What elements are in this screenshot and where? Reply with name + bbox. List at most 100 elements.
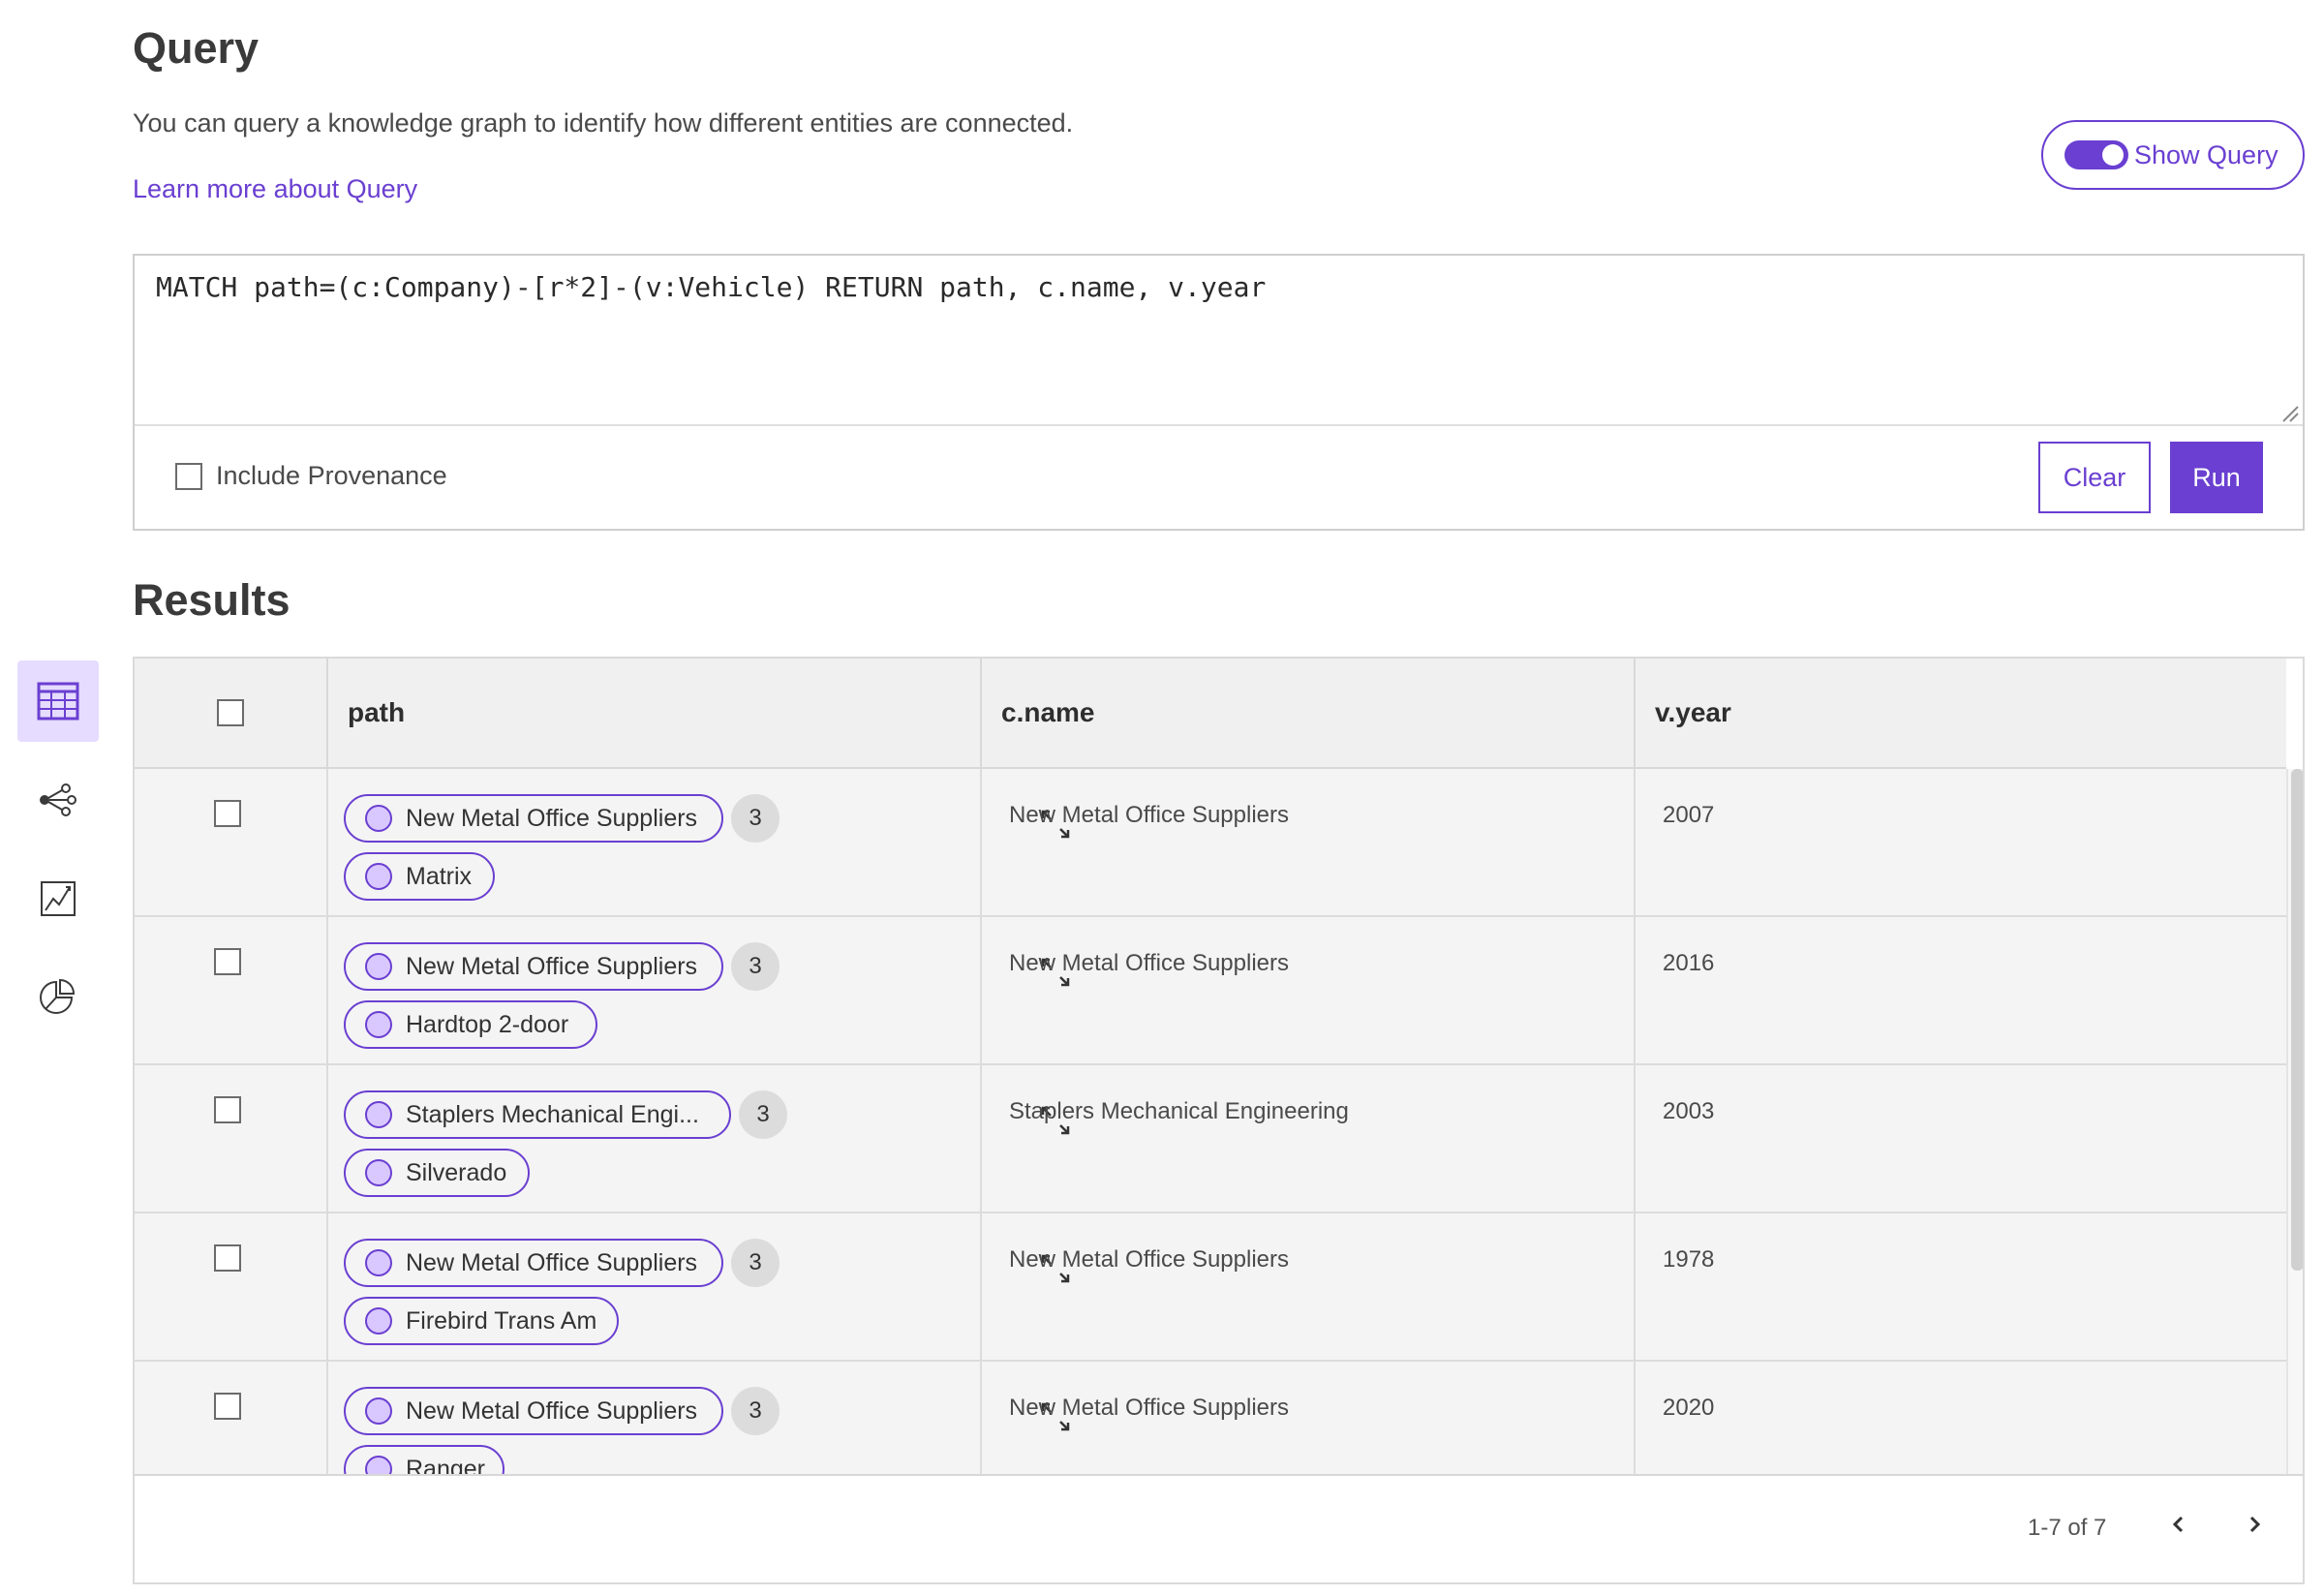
path-hop-count: 3 (731, 942, 780, 991)
start-node-label: New Metal Office Suppliers (406, 804, 698, 832)
row-checkbox[interactable] (214, 800, 241, 827)
start-node-label: New Metal Office Suppliers (406, 1396, 698, 1425)
next-page-button[interactable] (2236, 1505, 2275, 1544)
year-cell: 2016 (1663, 950, 1715, 976)
year-cell: 2020 (1663, 1395, 1715, 1421)
node-dot-icon (365, 1249, 392, 1276)
graph-view-icon (40, 783, 76, 816)
row-checkbox[interactable] (214, 1393, 241, 1420)
row-select-cell (135, 769, 328, 917)
end-node-chip[interactable]: Firebird Trans Am (344, 1297, 619, 1345)
row-checkbox[interactable] (214, 1244, 241, 1272)
path-hop-count: 3 (731, 1239, 780, 1287)
node-dot-icon (365, 1101, 392, 1128)
query-input[interactable] (135, 256, 2303, 426)
include-provenance-label: Include Provenance (216, 461, 447, 490)
node-dot-icon (365, 1456, 392, 1474)
end-node-label: Firebird Trans Am (406, 1306, 597, 1335)
node-dot-icon (365, 953, 392, 980)
path-hop-count: 3 (739, 1090, 787, 1139)
row-checkbox[interactable] (214, 1096, 241, 1123)
scroll-thumb[interactable] (2291, 769, 2303, 1271)
chevron-left-icon (2172, 1516, 2184, 1533)
page-description: You can query a knowledge graph to ident… (133, 108, 1074, 138)
path-cell: New Metal Office Suppliers 3 Firebird Tran… (328, 1213, 1070, 1362)
column-header-year[interactable]: v.year (1636, 659, 2286, 767)
table-scrollbar[interactable] (2286, 769, 2303, 1474)
name-cell: New Metal Office Suppliers (982, 1362, 1636, 1474)
chart-view-button[interactable] (17, 858, 99, 939)
end-node-label: Matrix (406, 862, 473, 890)
year-cell: 2007 (1663, 802, 1715, 828)
start-node-chip[interactable]: Staplers Mechanical Engi... (344, 1090, 731, 1139)
clear-button[interactable]: Clear (2038, 442, 2151, 513)
table-row[interactable]: New Metal Office Suppliers 3 Hardtop 2-doo… (135, 917, 2286, 1065)
table-view-button[interactable] (17, 660, 99, 742)
include-provenance[interactable]: Include Provenance (175, 461, 447, 491)
table-row[interactable]: New Metal Office Suppliers 3 Matrix New Met… (135, 769, 2286, 917)
path-hop-count: 3 (731, 1387, 780, 1435)
graph-view-button[interactable] (17, 759, 99, 841)
column-header-path[interactable]: path (328, 659, 982, 767)
table-row[interactable]: New Metal Office Suppliers 3 Ranger New Met… (135, 1362, 2286, 1474)
name-cell: New Metal Office Suppliers (982, 1213, 1636, 1362)
name-cell: Staplers Mechanical Engineering (982, 1065, 1636, 1213)
start-node-chip[interactable]: New Metal Office Suppliers (344, 942, 723, 991)
learn-more-link[interactable]: Learn more about Query (133, 174, 417, 204)
path-cell: New Metal Office Suppliers 3 Ranger (328, 1362, 1070, 1474)
table-view-icon (37, 682, 79, 721)
show-query-toggle[interactable]: Show Query (2041, 120, 2305, 190)
pagination-status: 1-7 of 7 (2028, 1515, 2107, 1541)
year-cell: 1978 (1663, 1246, 1715, 1273)
node-dot-icon (365, 1397, 392, 1425)
select-all-checkbox[interactable] (217, 699, 244, 726)
prev-page-button[interactable] (2158, 1505, 2197, 1544)
table-row[interactable]: Staplers Mechanical Engi... 3 Silverado Sta… (135, 1065, 2286, 1213)
node-dot-icon (365, 863, 392, 890)
start-node-label: New Metal Office Suppliers (406, 1248, 698, 1276)
include-provenance-checkbox[interactable] (175, 462, 202, 490)
row-select-cell (135, 1213, 328, 1362)
node-dot-icon (365, 1011, 392, 1038)
pie-view-button[interactable] (17, 957, 99, 1038)
toggle-switch[interactable] (2064, 140, 2128, 169)
page-title: Query (133, 23, 260, 73)
query-editor: Include Provenance Clear Run (133, 254, 2305, 531)
chevron-right-icon (2249, 1516, 2261, 1533)
show-query-label: Show Query (2134, 139, 2278, 169)
resize-grip-icon[interactable] (2279, 403, 2299, 422)
select-all-cell (135, 659, 328, 767)
start-node-label: Staplers Mechanical Engi... (406, 1100, 699, 1128)
end-node-chip[interactable]: Silverado (344, 1149, 530, 1197)
table-body: New Metal Office Suppliers 3 Matrix New Met… (135, 769, 2286, 1474)
start-node-chip[interactable]: New Metal Office Suppliers (344, 794, 723, 843)
row-checkbox[interactable] (214, 948, 241, 975)
node-dot-icon (365, 805, 392, 832)
toggle-knob (2102, 144, 2124, 166)
name-cell: New Metal Office Suppliers (982, 769, 1636, 917)
start-node-chip[interactable]: New Metal Office Suppliers (344, 1387, 723, 1435)
run-button[interactable]: Run (2170, 442, 2263, 513)
path-cell: Staplers Mechanical Engi... 3 Silverado (328, 1065, 1070, 1213)
end-node-chip[interactable]: Matrix (344, 852, 495, 901)
row-select-cell (135, 1065, 328, 1213)
path-hop-count: 3 (731, 794, 780, 843)
column-header-name[interactable]: c.name (982, 659, 1636, 767)
results-title: Results (133, 575, 290, 625)
row-select-cell (135, 1362, 328, 1474)
row-select-cell (135, 917, 328, 1065)
year-cell: 2003 (1663, 1098, 1715, 1124)
path-cell: New Metal Office Suppliers 3 Matrix (328, 769, 1070, 917)
end-node-chip[interactable]: Ranger (344, 1445, 505, 1474)
chart-view-icon (41, 881, 76, 916)
end-node-chip[interactable]: Hardtop 2-door (344, 1000, 597, 1049)
table-row[interactable]: New Metal Office Suppliers 3 Firebird Tran… (135, 1213, 2286, 1362)
path-cell: New Metal Office Suppliers 3 Hardtop 2-doo… (328, 917, 1070, 1065)
end-node-label: Ranger (406, 1455, 485, 1475)
start-node-chip[interactable]: New Metal Office Suppliers (344, 1239, 723, 1287)
node-dot-icon (365, 1307, 392, 1335)
table-footer: 1-7 of 7 (135, 1474, 2303, 1582)
node-dot-icon (365, 1159, 392, 1186)
table-header: path c.name v.year (135, 659, 2286, 769)
view-switcher (17, 660, 101, 1056)
